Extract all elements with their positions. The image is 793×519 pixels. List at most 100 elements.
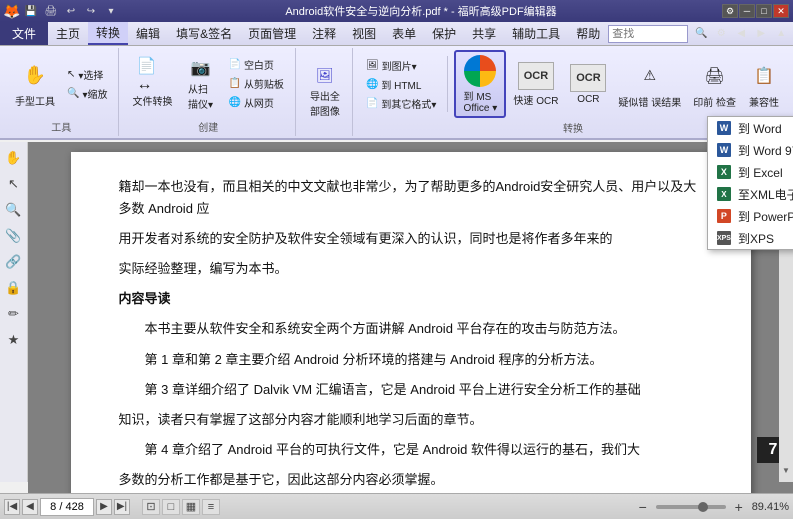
win-minimize-btn[interactable]: ─: [739, 4, 755, 18]
title-bar: 🦊 💾 🖨 ↩ ↪ ▾ Android软件安全与逆向分析.pdf * - 福昕高…: [0, 0, 793, 22]
to-image-btn[interactable]: 🖼 到图片▾: [361, 56, 441, 74]
file-convert-btn[interactable]: 📄↔ 文件转换: [127, 54, 177, 114]
sidebar-select-btn[interactable]: ↖: [2, 172, 26, 196]
quick-save-btn[interactable]: 💾: [22, 3, 40, 19]
first-page-btn[interactable]: |◀: [4, 499, 20, 515]
error-results-btn[interactable]: ⚠ 疑似错 误结果: [613, 54, 686, 114]
menu-share[interactable]: 共享: [464, 22, 504, 45]
scanner-icon: 📷: [184, 57, 216, 79]
to-powerpoint-item[interactable]: P 到 PowerPoint: [708, 205, 793, 227]
blank-page-btn[interactable]: 📄 空白页: [223, 56, 288, 74]
menu-help[interactable]: 帮助: [568, 22, 608, 45]
content-para-4: 第 4 章介绍了 Android 平台的可执行文件，它是 Android 软件得…: [119, 439, 703, 461]
export-images-btn[interactable]: 🖼 导出全部图像: [304, 61, 346, 121]
sidebar-attach-btn[interactable]: 📎: [2, 224, 26, 248]
ribbon-settings-icon[interactable]: ⚙: [712, 26, 730, 42]
menu-tools[interactable]: 辅助工具: [504, 22, 568, 45]
sidebar-lock-btn[interactable]: 🔒: [2, 276, 26, 300]
menu-home[interactable]: 主页: [48, 22, 88, 45]
undo-btn[interactable]: ↩: [62, 3, 80, 19]
print-check-label: 印前 检查: [693, 94, 736, 109]
quick-print-btn[interactable]: 🖨: [42, 3, 60, 19]
win-close-btn[interactable]: ✕: [773, 4, 789, 18]
sidebar-hand-btn[interactable]: ✋: [2, 146, 26, 170]
ocr-btn[interactable]: OCR OCR: [565, 54, 611, 114]
menu-file[interactable]: 文件: [0, 22, 48, 45]
next-page-btn[interactable]: ▶: [96, 499, 112, 515]
to-xml-item[interactable]: X 至XML电子表格2003: [708, 183, 793, 205]
ribbon-group-convert: 🖼 到图片▾ 🌐 到 HTML 📄 到其它格式▾ 到 MSOffice ▾: [355, 48, 791, 136]
from-clipboard-btn[interactable]: 📋 从剪贴板: [223, 75, 288, 93]
compat-btn[interactable]: 📋 兼容性: [743, 54, 785, 114]
word-icon-small: W: [716, 120, 732, 136]
win-maximize-btn[interactable]: □: [756, 4, 772, 18]
search-icon[interactable]: 🔍: [692, 26, 710, 42]
menu-protect[interactable]: 保护: [424, 22, 464, 45]
ribbon-expand-btn[interactable]: ▲: [772, 26, 790, 42]
zoom-in-btn[interactable]: +: [730, 498, 748, 516]
to-image-label: 到图片▾: [382, 58, 417, 73]
page-number-input[interactable]: [40, 498, 94, 516]
title-bar-left: 🦊 💾 🖨 ↩ ↪ ▾: [4, 3, 120, 19]
print-check-btn[interactable]: 🖨 印前 检查: [688, 54, 741, 114]
sidebar-link-btn[interactable]: 🔗: [2, 250, 26, 274]
hand-tool-btn[interactable]: ✋ 手型工具: [10, 54, 60, 114]
menu-convert[interactable]: 转换: [88, 22, 128, 45]
single-page-btn[interactable]: □: [162, 499, 180, 515]
customize-btn[interactable]: ▾: [102, 3, 120, 19]
to-word-97-item[interactable]: W 到 Word 97-2003: [708, 139, 793, 161]
export-icon: 🖼: [309, 64, 341, 86]
menu-form[interactable]: 表单: [384, 22, 424, 45]
ms-office-dropdown: W 到 Word W 到 Word 97-2003 X 到 Excel X: [707, 116, 793, 250]
zoom-thumb: [698, 502, 708, 512]
ms-office-icon: [462, 54, 498, 88]
prev-page-btn[interactable]: ◀: [22, 499, 38, 515]
last-page-btn[interactable]: ▶|: [114, 499, 130, 515]
xml-icon: X: [716, 186, 732, 202]
fit-page-btn[interactable]: ⊡: [142, 499, 160, 515]
sidebar-edit-btn[interactable]: ✏: [2, 302, 26, 326]
continuous-btn[interactable]: ≡: [202, 499, 220, 515]
office-circle-icon: [464, 55, 496, 87]
two-page-btn[interactable]: ▦: [182, 499, 200, 515]
to-html-btn[interactable]: 🌐 到 HTML: [361, 75, 441, 93]
select-btn[interactable]: ↖ ▾选择: [62, 65, 112, 83]
menu-comment[interactable]: 注释: [304, 22, 344, 45]
file-convert-label: 文件转换: [132, 93, 172, 108]
from-web-label: 从网页: [244, 95, 274, 110]
content-line-3: 实际经验整理，编写为本书。: [119, 258, 703, 280]
win-settings-btn[interactable]: ⚙: [722, 4, 738, 18]
ribbon-forward-btn[interactable]: ▶: [752, 26, 770, 42]
to-xps-label: 到XPS: [738, 230, 774, 247]
menu-edit[interactable]: 编辑: [128, 22, 168, 45]
sidebar-zoom-btn[interactable]: 🔍: [2, 198, 26, 222]
to-other-btn[interactable]: 📄 到其它格式▾: [361, 94, 441, 112]
quick-ocr-btn[interactable]: OCR 快速 OCR: [508, 54, 563, 114]
export-label: 导出全部图像: [310, 88, 340, 118]
zoom-icon: 🔍: [67, 88, 79, 99]
sidebar-bookmark-btn[interactable]: ★: [2, 328, 26, 352]
zoom-slider[interactable]: [656, 505, 726, 509]
ms-office-btn[interactable]: 到 MSOffice ▾: [454, 50, 506, 118]
to-xps-item[interactable]: XPS 到XPS: [708, 227, 793, 249]
from-web-btn[interactable]: 🌐 从网页: [223, 94, 288, 112]
to-word-item[interactable]: W 到 Word: [708, 117, 793, 139]
ribbon-group-create: 📄↔ 文件转换 📷 从扫描仪▾ 📄 空白页 📋 从剪贴板 🌐 从网页: [121, 48, 295, 136]
cursor-icon: ↖: [67, 69, 75, 80]
menu-view[interactable]: 视图: [344, 22, 384, 45]
to-excel-item[interactable]: X 到 Excel: [708, 161, 793, 183]
zoom-out-btn[interactable]: −: [634, 498, 652, 516]
zoom-btn[interactable]: 🔍 ▾缩放: [62, 84, 112, 102]
ribbon-back-btn[interactable]: ◀: [732, 26, 750, 42]
redo-btn[interactable]: ↪: [82, 3, 100, 19]
scroll-down-btn[interactable]: ▼: [782, 462, 790, 478]
from-scanner-btn[interactable]: 📷 从扫描仪▾: [179, 54, 221, 114]
hand-tool-label: 手型工具: [15, 93, 55, 108]
menu-page-mgmt[interactable]: 页面管理: [240, 22, 304, 45]
tools-buttons: ✋ 手型工具 ↖ ▾选择 🔍 ▾缩放: [10, 50, 112, 117]
search-input[interactable]: [612, 28, 692, 40]
to-other-label: 到其它格式▾: [381, 96, 436, 111]
xps-icon: XPS: [716, 230, 732, 246]
menu-fill-sign[interactable]: 填写&签名: [168, 22, 240, 45]
status-bar: |◀ ◀ ▶ ▶| ⊡ □ ▦ ≡ − + 89.41%: [0, 493, 793, 519]
